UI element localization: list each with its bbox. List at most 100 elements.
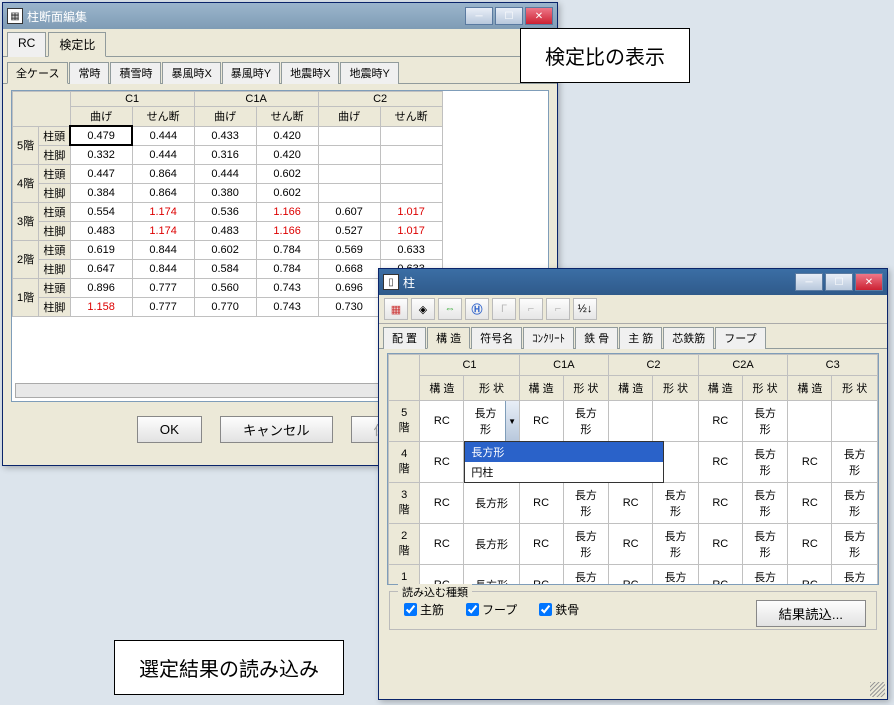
subtab-1[interactable]: 常時 [69,62,109,84]
column-cell[interactable]: RC [698,442,742,483]
ratio-cell[interactable]: 1.158 [70,297,132,316]
ratio-cell[interactable]: 0.483 [194,221,256,240]
tool-blue-icon[interactable]: Ⓗ [465,298,489,320]
ratio-cell[interactable] [318,126,380,145]
column-cell[interactable]: 長方形 [742,442,788,483]
column-cell[interactable]: 長方形 [742,565,788,586]
column-cell[interactable]: RC [420,524,464,565]
column-cell[interactable]: 長方形 [742,401,788,442]
column-cell[interactable]: RC [698,483,742,524]
ratio-cell[interactable]: 1.166 [256,221,318,240]
tool-green-icon[interactable]: ⇔ [438,298,462,320]
ratio-cell[interactable]: 0.647 [70,259,132,278]
column-cell[interactable]: RC [788,524,832,565]
close-button[interactable]: ✕ [525,7,553,25]
subtab-5[interactable]: 地震時X [281,62,339,84]
tool-f1-icon[interactable]: Γ [492,298,516,320]
ratio-cell[interactable] [318,145,380,164]
column-cell[interactable]: RC [420,442,464,483]
column-cell[interactable]: RC [609,483,653,524]
column-cell[interactable]: RC [420,483,464,524]
subtab-6[interactable]: 地震時Y [340,62,398,84]
column-cell[interactable]: RC [788,442,832,483]
maximize-button[interactable]: ☐ [495,7,523,25]
ratio-cell[interactable]: 0.743 [256,297,318,316]
tool-f3-icon[interactable]: ⌐ [546,298,570,320]
ratio-cell[interactable] [380,126,442,145]
tab2-6[interactable]: 芯鉄筋 [663,327,714,349]
column-cell[interactable]: RC [698,524,742,565]
resize-grip-icon[interactable] [870,682,885,697]
result-import-button[interactable]: 結果読込... [756,600,866,627]
column-cell[interactable]: 長方形 [563,401,609,442]
ratio-cell[interactable]: 0.332 [70,145,132,164]
subtab-4[interactable]: 暴風時Y [222,62,280,84]
column-cell[interactable]: 長方形 [653,565,699,586]
column-cell[interactable]: 長方形 [653,524,699,565]
ratio-cell[interactable]: 0.420 [256,145,318,164]
column-cell[interactable]: RC [788,483,832,524]
maximize-button[interactable]: ☐ [825,273,853,291]
cancel-button[interactable]: キャンセル [220,416,333,443]
ratio-cell[interactable]: 0.864 [132,164,194,183]
subtab-3[interactable]: 暴風時X [162,62,220,84]
ratio-cell[interactable]: 0.444 [132,126,194,145]
ratio-cell[interactable]: 0.602 [194,240,256,259]
ratio-cell[interactable] [380,183,442,202]
tab-検定比[interactable]: 検定比 [48,32,106,57]
column-cell[interactable]: 長方形 [832,524,878,565]
ratio-cell[interactable]: 0.896 [70,278,132,297]
ratio-cell[interactable]: 0.784 [256,240,318,259]
column-cell[interactable]: 長方形 [832,442,878,483]
column-cell[interactable]: RC [519,524,563,565]
tab2-5[interactable]: 主 筋 [619,327,662,349]
ratio-cell[interactable]: 0.527 [318,221,380,240]
ratio-cell[interactable]: 1.017 [380,221,442,240]
column-cell[interactable]: 長方形 [832,483,878,524]
column-cell[interactable]: RC [698,565,742,586]
column-cell[interactable] [609,401,653,442]
ratio-cell[interactable]: 0.619 [70,240,132,259]
ratio-cell[interactable]: 0.560 [194,278,256,297]
tool-book-icon[interactable]: ◈ [411,298,435,320]
ratio-cell[interactable]: 0.316 [194,145,256,164]
column-cell[interactable]: RC [519,483,563,524]
ratio-cell[interactable]: 0.696 [318,278,380,297]
column-cell[interactable]: RC [420,401,464,442]
ok-button[interactable]: OK [137,416,202,443]
ratio-cell[interactable]: 0.569 [318,240,380,259]
ratio-cell[interactable]: 1.174 [132,221,194,240]
column-cell[interactable]: 長方形 [742,483,788,524]
column-cell[interactable]: RC [609,565,653,586]
ratio-cell[interactable]: 0.784 [256,259,318,278]
ratio-cell[interactable]: 0.844 [132,240,194,259]
tab2-4[interactable]: 鉄 骨 [575,327,618,349]
column-cell[interactable]: 長方形 [464,483,519,524]
tab2-3[interactable]: ｺﾝｸﾘｰﾄ [523,327,574,349]
column-cell[interactable]: RC [420,565,464,586]
ratio-cell[interactable]: 0.444 [132,145,194,164]
ratio-cell[interactable] [380,164,442,183]
ratio-cell[interactable]: 0.479 [70,126,132,145]
tab2-1[interactable]: 構 造 [427,327,470,349]
ratio-cell[interactable] [380,145,442,164]
chevron-down-icon[interactable]: ▼ [505,401,519,441]
titlebar[interactable]: ▦ 柱断面編集 ─ ☐ ✕ [3,3,557,29]
ratio-cell[interactable]: 0.770 [194,297,256,316]
column-cell[interactable]: RC [788,565,832,586]
ratio-cell[interactable]: 0.844 [132,259,194,278]
ratio-cell[interactable]: 0.777 [132,278,194,297]
ratio-cell[interactable]: 0.380 [194,183,256,202]
checkbox-2[interactable]: 鉄骨 [535,600,579,619]
ratio-cell[interactable]: 0.730 [318,297,380,316]
ratio-cell[interactable] [318,164,380,183]
column-cell[interactable]: 長方形 [464,565,519,586]
column-cell[interactable]: 長方形 [742,524,788,565]
ratio-cell[interactable]: 0.433 [194,126,256,145]
tab2-2[interactable]: 符号名 [471,327,522,349]
dropdown-item[interactable]: 長方形 [465,442,663,462]
dropdown-item[interactable]: 円柱 [465,462,663,482]
ratio-cell[interactable]: 0.447 [70,164,132,183]
ratio-cell[interactable]: 0.536 [194,202,256,221]
column-cell[interactable]: RC [519,565,563,586]
